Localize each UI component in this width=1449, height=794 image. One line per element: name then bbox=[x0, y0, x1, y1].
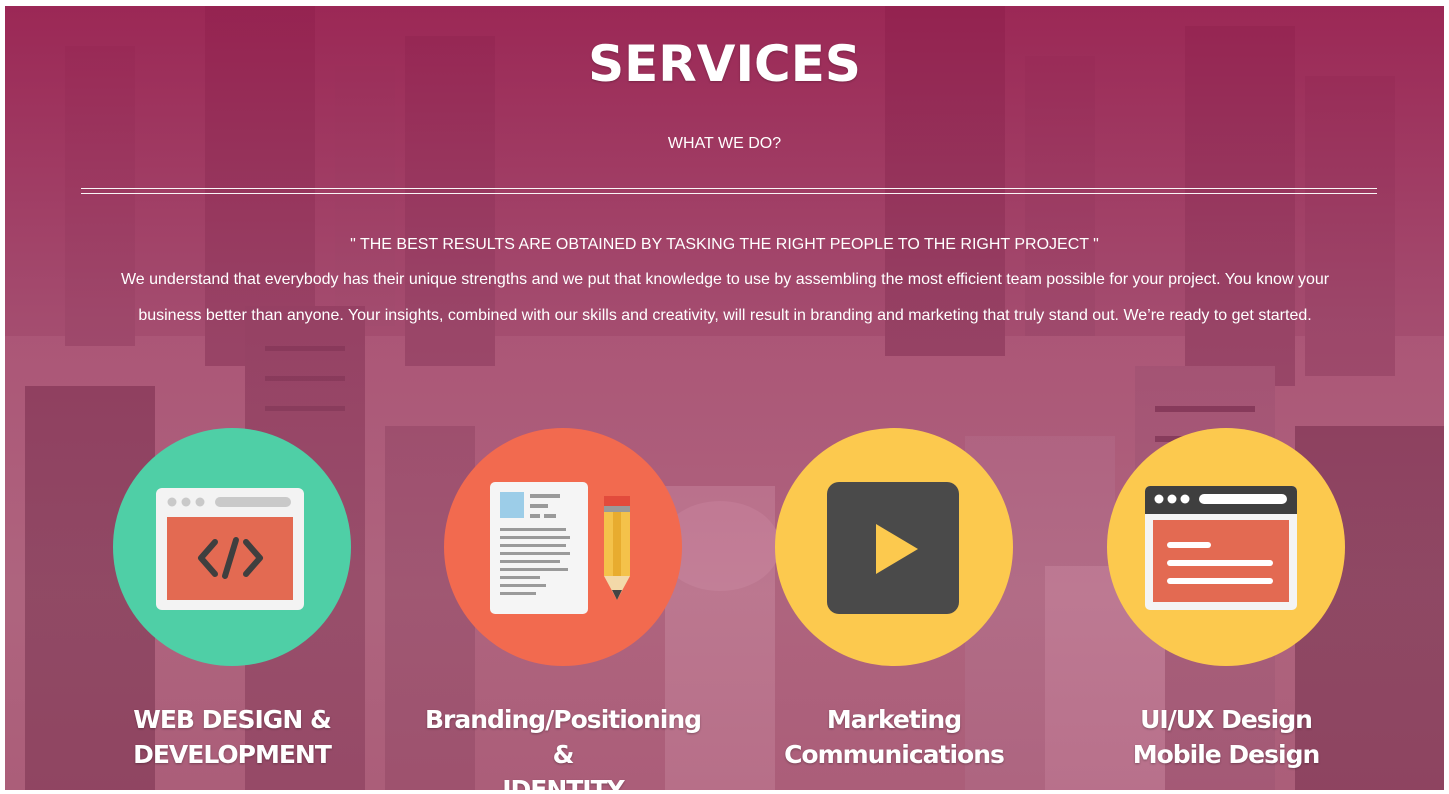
code-window-icon bbox=[156, 488, 304, 610]
services-section: SERVICES WHAT WE DO? " THE BEST RESULTS … bbox=[5, 6, 1444, 790]
service-marketing-circle[interactable] bbox=[775, 428, 1013, 666]
service-marketing-label[interactable]: Marketing Communications bbox=[744, 702, 1044, 772]
service-branding-circle[interactable] bbox=[444, 428, 682, 666]
section-subtitle: WHAT WE DO? bbox=[667, 135, 782, 152]
double-divider-line bbox=[81, 188, 1377, 194]
intro-quote: " THE BEST RESULTS ARE OBTAINED BY TASKI… bbox=[350, 236, 1099, 253]
browser-window-icon bbox=[1145, 486, 1297, 610]
service-marketing[interactable]: Marketing Communications bbox=[744, 428, 1044, 778]
document-pencil-icon bbox=[490, 482, 630, 614]
service-web-design-label[interactable]: WEB DESIGN & DEVELOPMENT bbox=[82, 702, 382, 772]
service-ui-ux-circle[interactable] bbox=[1107, 428, 1345, 666]
service-branding-label[interactable]: Branding/Positioning & IDENTITY bbox=[413, 702, 713, 790]
service-web-design[interactable]: WEB DESIGN & DEVELOPMENT bbox=[82, 428, 382, 778]
play-icon bbox=[827, 482, 959, 614]
service-ui-ux-label[interactable]: UI/UX Design Mobile Design bbox=[1076, 702, 1376, 772]
service-ui-ux[interactable]: UI/UX Design Mobile Design bbox=[1076, 428, 1376, 778]
service-branding[interactable]: Branding/Positioning & IDENTITY bbox=[413, 428, 713, 790]
services-content: SERVICES WHAT WE DO? " THE BEST RESULTS … bbox=[5, 6, 1444, 790]
section-title: SERVICES bbox=[588, 35, 861, 93]
service-web-design-circle[interactable] bbox=[113, 428, 351, 666]
intro-paragraph: We understand that everybody has their u… bbox=[120, 271, 1330, 324]
